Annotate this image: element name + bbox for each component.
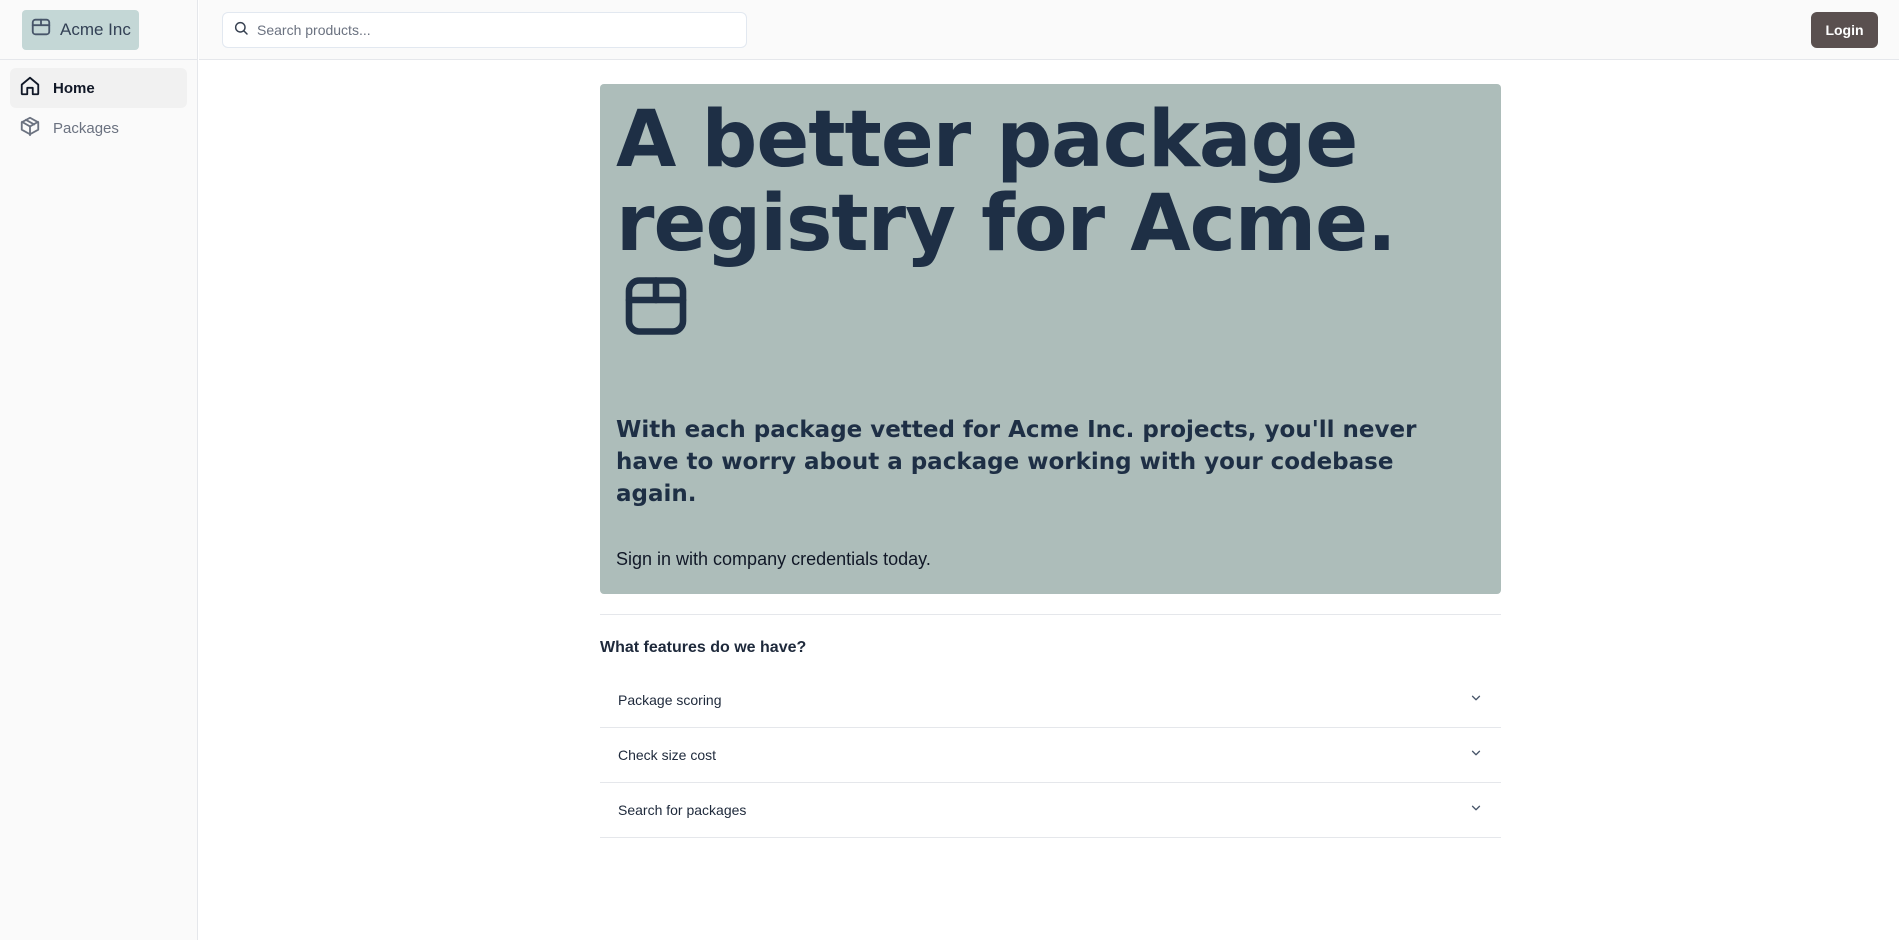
cube-icon <box>19 115 41 142</box>
sidebar-item-packages[interactable]: Packages <box>10 108 187 148</box>
package-icon <box>30 16 52 43</box>
accordion-label: Package scoring <box>618 692 722 708</box>
chevron-down-icon <box>1469 746 1483 765</box>
sidebar: Acme Inc Home Packages <box>0 0 198 940</box>
accordion-label: Search for packages <box>618 802 747 818</box>
accordion-item-search-for-packages[interactable]: Search for packages <box>600 783 1501 838</box>
login-button[interactable]: Login <box>1811 12 1878 48</box>
search-input[interactable] <box>257 22 737 38</box>
features-accordion: Package scoring Check size cost Search f… <box>600 673 1501 838</box>
home-icon <box>19 75 41 102</box>
brand-name: Acme Inc <box>60 19 131 39</box>
brand-row: Acme Inc <box>0 0 197 60</box>
top-header: Login <box>199 0 1899 60</box>
sidebar-item-label: Home <box>53 79 95 97</box>
sidebar-item-label: Packages <box>53 119 119 137</box>
accordion-label: Check size cost <box>618 747 717 763</box>
hero-subtitle: With each package vetted for Acme Inc. p… <box>616 417 1417 507</box>
accordion-item-check-size-cost[interactable]: Check size cost <box>600 728 1501 783</box>
features-title: What features do we have? <box>600 639 807 656</box>
chevron-down-icon <box>1469 691 1483 710</box>
brand-logo[interactable]: Acme Inc <box>22 9 139 50</box>
sidebar-nav: Home Packages <box>0 60 197 156</box>
main-content: A better package registry for Acme. With… <box>600 84 1501 838</box>
sidebar-item-home[interactable]: Home <box>10 68 187 108</box>
hero-banner: A better package registry for Acme. With… <box>600 84 1501 594</box>
accordion-item-package-scoring[interactable]: Package scoring <box>600 673 1501 728</box>
package-icon <box>620 270 1485 347</box>
search-box[interactable] <box>222 12 747 48</box>
chevron-down-icon <box>1469 801 1483 820</box>
hero-cta-text: Sign in with company credentials today. <box>616 549 931 569</box>
section-divider <box>600 614 1501 615</box>
search-icon <box>233 20 249 41</box>
hero-title: A better package registry for Acme. <box>616 95 1397 269</box>
